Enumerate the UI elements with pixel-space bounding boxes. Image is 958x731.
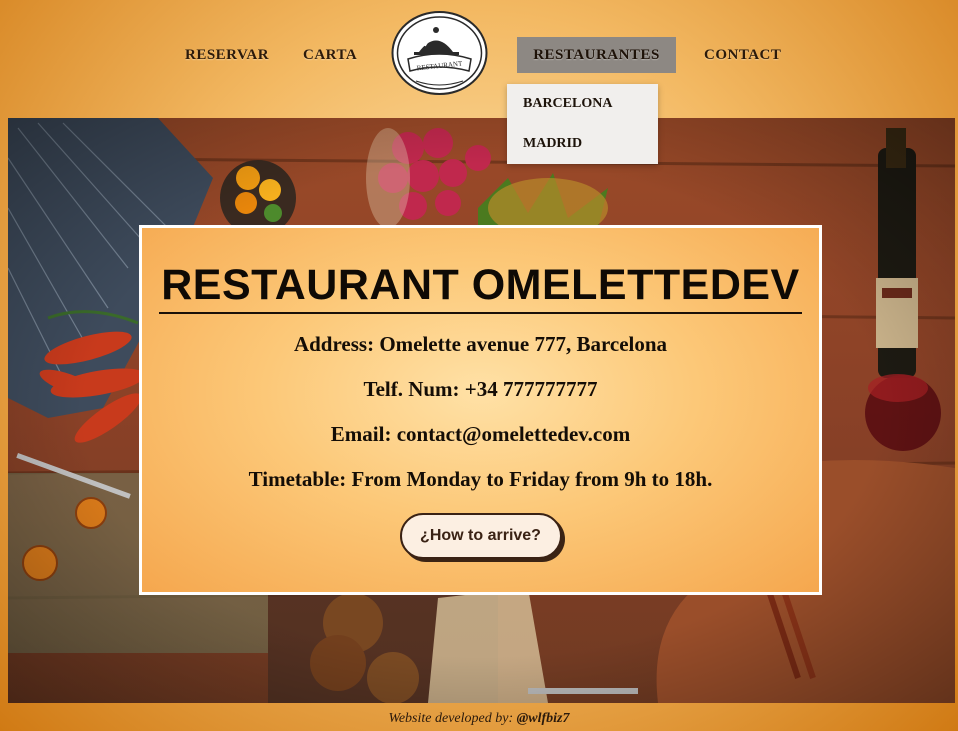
footer-author: @wlfbiz7: [516, 711, 570, 726]
nav-reservar-link[interactable]: RESERVAR: [185, 37, 269, 73]
how-to-arrive-button[interactable]: ¿How to arrive?: [399, 513, 562, 559]
address-text: Address: Omelette avenue 777, Barcelona: [293, 332, 668, 356]
dropdown-item-madrid[interactable]: MADRID: [507, 124, 658, 164]
nav-carta-link[interactable]: CARTA: [303, 37, 357, 73]
cloche-logo-icon: RESTAURANT: [391, 11, 488, 95]
nav-contact-link[interactable]: CONTACT: [704, 37, 781, 73]
timetable-text: Timetable: From Monday to Friday from 9h…: [248, 467, 713, 491]
nav-restaurantes-link[interactable]: RESTAURANTES: [517, 37, 676, 73]
top-navigation: RESERVAR CARTA RESTAURANT RESTAURANTES C…: [0, 0, 958, 112]
email-text: Email: contact@omelettedev.com: [330, 422, 631, 446]
footer: Website developed by: @wlfbiz7: [0, 706, 958, 731]
footer-credit-label: Website developed by:: [388, 711, 514, 726]
restaurant-info-card: RESTAURANT OMELETTEDEV Address: Omelette…: [139, 225, 822, 595]
restaurant-logo[interactable]: RESTAURANT: [391, 11, 488, 95]
dropdown-item-barcelona[interactable]: BARCELONA: [507, 84, 658, 124]
page-title: RESTAURANT OMELETTEDEV: [159, 260, 802, 314]
restaurantes-dropdown: BARCELONA MADRID: [507, 84, 658, 164]
phone-text: Telf. Num: +34 777777777: [363, 377, 598, 401]
